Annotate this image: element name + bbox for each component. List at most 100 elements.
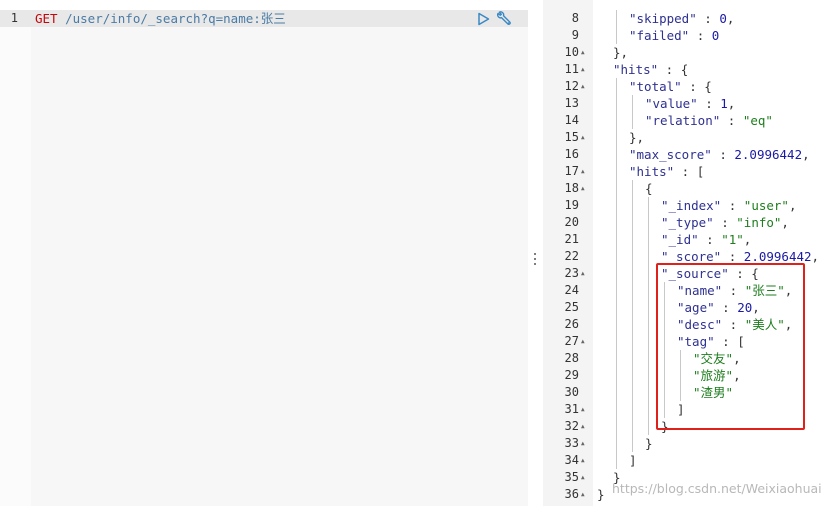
json-token-punc: , [788,198,797,213]
json-token-punc: : [696,11,720,26]
request-editor-body[interactable] [31,10,528,506]
json-code: "hits" : { [613,61,688,78]
json-token-key: "_id" [661,232,699,247]
indent-guide [648,197,649,435]
json-token-key: "_type" [661,215,714,230]
json-token-key: "skipped" [629,11,697,26]
json-code: "value" : 1, [645,95,735,112]
json-token-punc: ] [629,453,637,468]
json-token-punc: : [689,28,712,43]
line-number: 15 [564,130,579,144]
response-line: 14 "relation" : "eq" [543,112,839,129]
line-number: 10 [564,45,579,59]
json-token-punc: }, [629,130,645,145]
line-number: 20 [564,215,579,229]
fold-toggle-icon[interactable]: ▲ [581,168,585,175]
line-number: 32 [564,419,579,433]
json-code: }, [629,129,644,146]
fold-toggle-icon[interactable]: ▲ [581,457,585,464]
response-line: 17 ▲ "hits" : [ [543,163,839,180]
request-line[interactable]: GET /user/info/_search?q=name:张三 [35,10,286,27]
fold-toggle-icon[interactable]: ▲ [581,474,585,481]
line-number: 36 [564,487,579,501]
fold-toggle-icon[interactable]: ▲ [581,83,585,90]
resizer-handle-icon[interactable] [533,253,537,267]
fold-toggle-icon[interactable]: ▲ [581,406,585,413]
fold-toggle-icon[interactable]: ▲ [581,338,585,345]
json-token-key: "value" [645,96,698,111]
response-line: 15 ▲}, [543,129,839,146]
json-token-punc: : { [681,79,712,94]
json-code: "hits" : [ [629,163,704,180]
fold-toggle-icon[interactable]: ▲ [581,49,585,56]
json-code: "max_score" : 2.0996442, [629,146,810,163]
json-token-punc: : [720,113,743,128]
line-number: 16 [564,147,579,161]
json-code: } [597,486,605,503]
json-token-key: "total" [629,79,682,94]
json-token-key: "hits" [613,62,659,77]
fold-toggle-icon[interactable]: ▲ [581,134,585,141]
json-token-punc: , [726,11,735,26]
source-highlight-box [656,263,805,430]
watermark: https://blog.csdn.net/Weixiaohuai [612,481,822,496]
response-line: 18 ▲ { [543,180,839,197]
json-token-punc: }, [613,45,629,60]
line-number: 13 [564,96,579,110]
json-code: "_index" : "user", [661,197,796,214]
json-token-punc: : { [658,62,689,77]
json-token-key: "failed" [629,28,690,43]
json-token-punc: , [811,249,820,264]
line-number: 34 [564,453,579,467]
json-token-punc: : [697,96,721,111]
json-code: }, [613,44,628,61]
line-number: 28 [564,351,579,365]
json-token-str: "1" [721,232,744,247]
response-line: 34 ▲] [543,452,839,469]
fold-toggle-icon[interactable]: ▲ [581,423,585,430]
json-token-key: "_index" [661,198,722,213]
fold-toggle-icon[interactable]: ▲ [581,66,585,73]
response-line: 19 "_index" : "user", [543,197,839,214]
json-code: "_type" : "info", [661,214,789,231]
json-token-num: 0 [711,28,720,43]
indent-guide [616,10,617,44]
line-number: 19 [564,198,579,212]
indent-guide [616,78,617,469]
line-number: 25 [564,300,579,314]
line-number: 18 [564,181,579,195]
json-token-punc: : [721,198,744,213]
response-line: 16 "max_score" : 2.0996442, [543,146,839,163]
request-editor-gutter [0,10,31,506]
json-token-punc: , [743,232,752,247]
json-token-num: 2.0996442 [743,249,812,264]
line-number: 12 [564,79,579,93]
response-line: 12 ▲ "total" : { [543,78,839,95]
line-number: 27 [564,334,579,348]
json-token-punc: } [645,436,653,451]
play-icon[interactable] [477,12,490,26]
fold-toggle-icon[interactable]: ▲ [581,270,585,277]
response-line: 21 "_id" : "1", [543,231,839,248]
json-token-punc: , [781,215,789,230]
response-line: 33 ▲} [543,435,839,452]
line-number: 21 [564,232,579,246]
json-token-punc: , [727,96,736,111]
line-number: 30 [564,385,579,399]
line-number: 14 [564,113,579,127]
fold-toggle-icon[interactable]: ▲ [581,440,585,447]
indent-guide [632,95,633,129]
json-token-num: 1 [720,96,728,111]
request-path: /user/info/_search?q=name:张三 [57,11,286,26]
fold-toggle-icon[interactable]: ▲ [581,185,585,192]
line-number: 23 [564,266,579,280]
wrench-icon[interactable] [495,11,513,27]
fold-toggle-icon[interactable]: ▲ [581,491,585,498]
json-code: "relation" : "eq" [645,112,773,129]
json-code: "skipped" : 0, [629,10,734,27]
line-number: 26 [564,317,579,331]
line-number: 8 [571,11,579,25]
response-line: 10 ▲}, [543,44,839,61]
json-token-punc: , [802,147,810,162]
json-token-key: "max_score" [629,147,712,162]
